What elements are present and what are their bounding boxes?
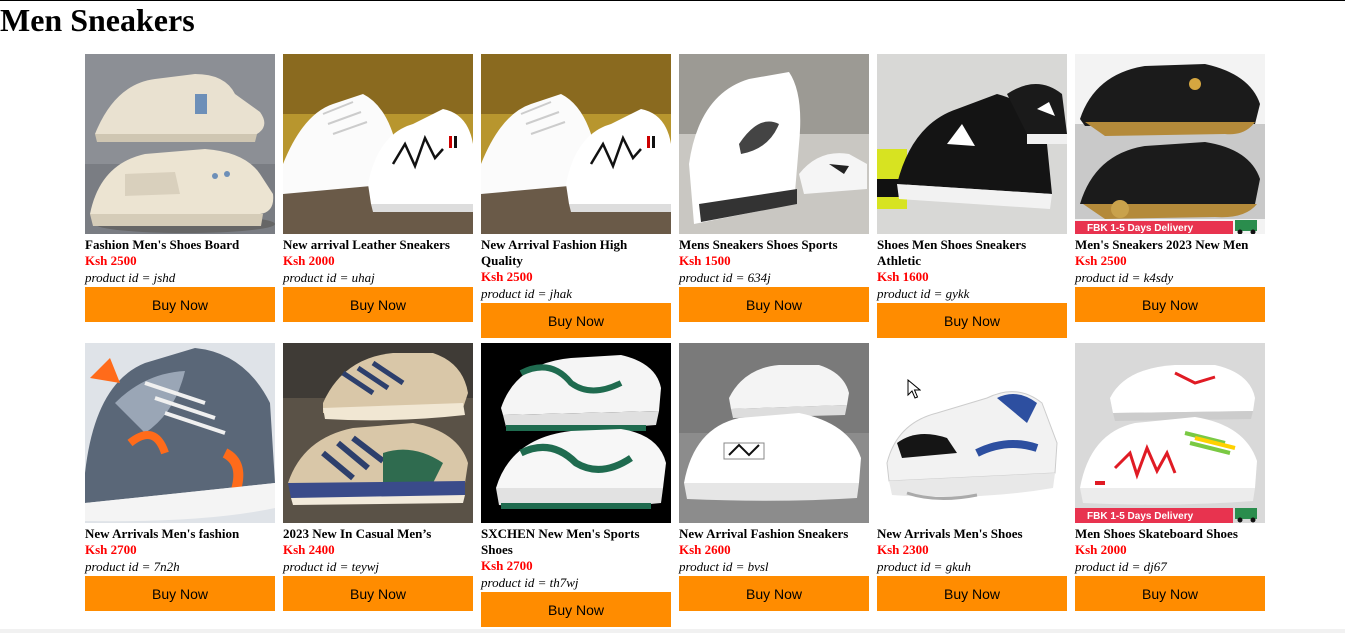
product-card: SXCHEN New Men's Sports Shoes Ksh 2700 p… — [481, 343, 671, 627]
product-card: FBK 1-5 Days Delivery Men's Sneakers 202… — [1075, 54, 1265, 322]
product-image[interactable] — [283, 343, 473, 523]
product-name[interactable]: New Arrivals Men's Shoes — [877, 526, 1067, 542]
product-name[interactable]: Men's Sneakers 2023 New Men — [1075, 237, 1265, 253]
product-id: product id = dj67 — [1075, 559, 1167, 574]
bottom-scroll-edge — [0, 629, 1345, 633]
buy-now-button[interactable]: Buy Now — [481, 592, 671, 627]
buy-now-button[interactable]: Buy Now — [1075, 576, 1265, 611]
product-name[interactable]: New Arrivals Men's fashion — [85, 526, 275, 542]
product-card: Mens Sneakers Shoes Sports Ksh 1500 prod… — [679, 54, 869, 322]
product-id: product id = k4sdy — [1075, 270, 1174, 285]
product-image[interactable] — [877, 54, 1067, 234]
product-price: Ksh 2600 — [679, 542, 731, 557]
product-card: Fashion Men's Shoes Board Ksh 2500 produ… — [85, 54, 275, 322]
buy-now-button[interactable]: Buy Now — [1075, 287, 1265, 322]
product-id: product id = jshd — [85, 270, 176, 285]
buy-now-button[interactable]: Buy Now — [877, 303, 1067, 338]
product-price: Ksh 1600 — [877, 269, 929, 284]
banner-text: FBK 1-5 Days Delivery — [1087, 511, 1194, 522]
product-id: product id = bvsl — [679, 559, 769, 574]
buy-now-button[interactable]: Buy Now — [85, 576, 275, 611]
buy-now-button[interactable]: Buy Now — [877, 576, 1067, 611]
product-image[interactable] — [283, 54, 473, 234]
product-id: product id = 634j — [679, 270, 771, 285]
product-name[interactable]: 2023 New In Casual Men’s — [283, 526, 473, 542]
product-price: Ksh 1500 — [679, 253, 731, 268]
product-card: New arrival Leather Sneakers Ksh 2000 pr… — [283, 54, 473, 322]
buy-now-button[interactable]: Buy Now — [283, 287, 473, 322]
buy-now-button[interactable]: Buy Now — [679, 576, 869, 611]
product-price: Ksh 2700 — [481, 558, 533, 573]
product-price: Ksh 2500 — [85, 253, 137, 268]
product-row: Fashion Men's Shoes Board Ksh 2500 produ… — [85, 54, 1265, 338]
product-price: Ksh 2300 — [877, 542, 929, 557]
product-id: product id = gykk — [877, 286, 970, 301]
product-name[interactable]: New arrival Leather Sneakers — [283, 237, 473, 253]
buy-now-button[interactable]: Buy Now — [85, 287, 275, 322]
product-image[interactable] — [679, 54, 869, 234]
product-grid: Fashion Men's Shoes Board Ksh 2500 produ… — [85, 54, 1265, 627]
product-card: New Arrivals Men's fashion Ksh 2700 prod… — [85, 343, 275, 611]
product-image[interactable] — [679, 343, 869, 523]
product-name[interactable]: Fashion Men's Shoes Board — [85, 237, 275, 253]
product-name[interactable]: New Arrival Fashion Sneakers — [679, 526, 869, 542]
product-id: product id = jhak — [481, 286, 572, 301]
product-image[interactable] — [85, 54, 275, 234]
product-price: Ksh 2700 — [85, 542, 137, 557]
product-name[interactable]: SXCHEN New Men's Sports Shoes — [481, 526, 671, 558]
buy-now-button[interactable]: Buy Now — [481, 303, 671, 338]
product-card: 2023 New In Casual Men’s Ksh 2400 produc… — [283, 343, 473, 611]
product-card: New Arrivals Men's Shoes Ksh 2300 produc… — [877, 343, 1067, 611]
product-image[interactable] — [85, 343, 275, 523]
product-price: Ksh 2500 — [1075, 253, 1127, 268]
product-image[interactable] — [481, 54, 671, 234]
product-card: FBK 1-5 Days Delivery Men Shoes Skateboa… — [1075, 343, 1265, 611]
product-name[interactable]: Shoes Men Shoes Sneakers Athletic — [877, 237, 1067, 269]
product-id: product id = uhaj — [283, 270, 375, 285]
product-price: Ksh 2000 — [1075, 542, 1127, 557]
product-id: product id = teywj — [283, 559, 380, 574]
product-image[interactable] — [877, 343, 1067, 523]
product-image[interactable]: FBK 1-5 Days Delivery — [1075, 54, 1265, 234]
product-card: New Arrival Fashion High Quality Ksh 250… — [481, 54, 671, 338]
product-id: product id = 7n2h — [85, 559, 180, 574]
product-id: product id = gkuh — [877, 559, 971, 574]
buy-now-button[interactable]: Buy Now — [679, 287, 869, 322]
banner-text: FBK 1-5 Days Delivery — [1087, 223, 1194, 234]
product-image[interactable]: FBK 1-5 Days Delivery — [1075, 343, 1265, 523]
page-title: Men Sneakers — [0, 2, 195, 38]
product-price: Ksh 2400 — [283, 542, 335, 557]
product-price: Ksh 2000 — [283, 253, 335, 268]
product-id: product id = th7wj — [481, 575, 579, 590]
product-row: New Arrivals Men's fashion Ksh 2700 prod… — [85, 343, 1265, 627]
product-card: Shoes Men Shoes Sneakers Athletic Ksh 16… — [877, 54, 1067, 338]
mouse-pointer-icon — [907, 378, 922, 404]
product-price: Ksh 2500 — [481, 269, 533, 284]
product-name[interactable]: New Arrival Fashion High Quality — [481, 237, 671, 269]
buy-now-button[interactable]: Buy Now — [283, 576, 473, 611]
product-name[interactable]: Men Shoes Skateboard Shoes — [1075, 526, 1265, 542]
product-card: New Arrival Fashion Sneakers Ksh 2600 pr… — [679, 343, 869, 611]
top-border — [0, 0, 1345, 1]
product-image[interactable] — [481, 343, 671, 523]
product-name[interactable]: Mens Sneakers Shoes Sports — [679, 237, 869, 253]
